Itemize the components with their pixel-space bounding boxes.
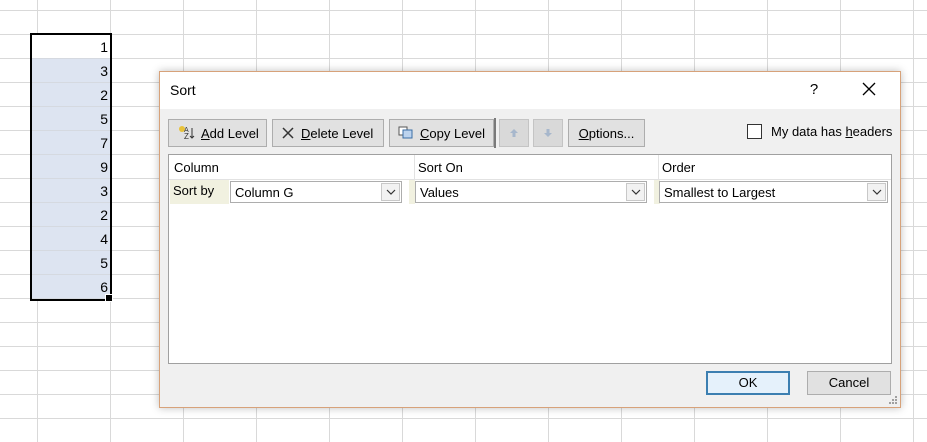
delete-x-icon (281, 126, 295, 140)
sort-dialog: Sort ? Z A Add Level Delete Level Copy L… (159, 71, 901, 408)
column-separator (658, 155, 659, 179)
cell-g11[interactable]: 6 (32, 275, 110, 299)
column-header-sort-on: Sort On (418, 160, 463, 175)
cancel-button[interactable]: Cancel (807, 371, 891, 395)
arrow-down-icon (544, 129, 552, 137)
headers-checkbox[interactable] (747, 124, 762, 139)
cell-g4[interactable]: 5 (32, 107, 110, 131)
copy-level-button[interactable]: Copy Level (389, 119, 494, 147)
cell-g3[interactable]: 2 (32, 83, 110, 107)
help-button[interactable]: ? (800, 78, 828, 102)
column-dropdown[interactable]: Column G (230, 181, 402, 203)
cell-g7[interactable]: 3 (32, 179, 110, 203)
column-header-column: Column (174, 160, 219, 175)
column-header-order: Order (662, 160, 696, 175)
delete-level-button[interactable]: Delete Level (272, 119, 384, 147)
cell-g10[interactable]: 5 (32, 251, 110, 275)
ok-button[interactable]: OK (706, 371, 790, 395)
close-icon (862, 82, 876, 96)
add-level-label: Add Level (201, 125, 259, 141)
sort-by-label: Sort by (170, 180, 229, 204)
add-level-button[interactable]: Z A Add Level (168, 119, 267, 147)
delete-level-label: Delete Level (301, 125, 374, 141)
add-level-icon: Z A (177, 125, 195, 141)
selected-range[interactable]: 1 3 2 5 7 9 3 2 4 5 6 (30, 33, 112, 301)
cell-g2[interactable]: 3 (32, 59, 110, 83)
resize-grip-icon[interactable] (888, 395, 898, 405)
fill-handle[interactable] (105, 294, 113, 302)
column-separator (414, 155, 415, 179)
move-up-button[interactable] (499, 119, 529, 147)
options-label: Options... (578, 125, 635, 141)
cell-g8[interactable]: 2 (32, 203, 110, 227)
cell-g1[interactable]: 1 (32, 35, 110, 59)
column-dropdown-value: Column G (235, 185, 294, 200)
cell-g9[interactable]: 4 (32, 227, 110, 251)
cell-g6[interactable]: 9 (32, 155, 110, 179)
copy-level-label: Copy Level (420, 125, 486, 141)
order-dropdown[interactable]: Smallest to Largest (659, 181, 888, 203)
sort-on-dropdown-value: Values (420, 185, 459, 200)
header-divider (169, 179, 891, 180)
arrow-up-icon (510, 129, 518, 137)
options-button[interactable]: Options... (568, 119, 645, 147)
my-data-has-headers[interactable]: My data has headers (747, 124, 892, 139)
copy-icon (398, 126, 414, 140)
move-down-button[interactable] (533, 119, 563, 147)
chevron-down-icon[interactable] (626, 183, 645, 201)
sort-on-dropdown[interactable]: Values (415, 181, 647, 203)
headers-checkbox-label: My data has headers (771, 124, 893, 139)
dialog-titlebar[interactable]: Sort ? (160, 72, 900, 109)
toolbar-separator (494, 118, 496, 148)
sort-levels-grid: Column Sort On Order Sort by Column G Va… (168, 154, 892, 364)
cell-g5[interactable]: 7 (32, 131, 110, 155)
svg-text:A: A (184, 127, 189, 134)
chevron-down-icon[interactable] (381, 183, 400, 201)
chevron-down-icon[interactable] (867, 183, 886, 201)
dialog-title: Sort (170, 82, 196, 98)
close-button[interactable] (852, 78, 886, 102)
order-dropdown-value: Smallest to Largest (664, 185, 776, 200)
